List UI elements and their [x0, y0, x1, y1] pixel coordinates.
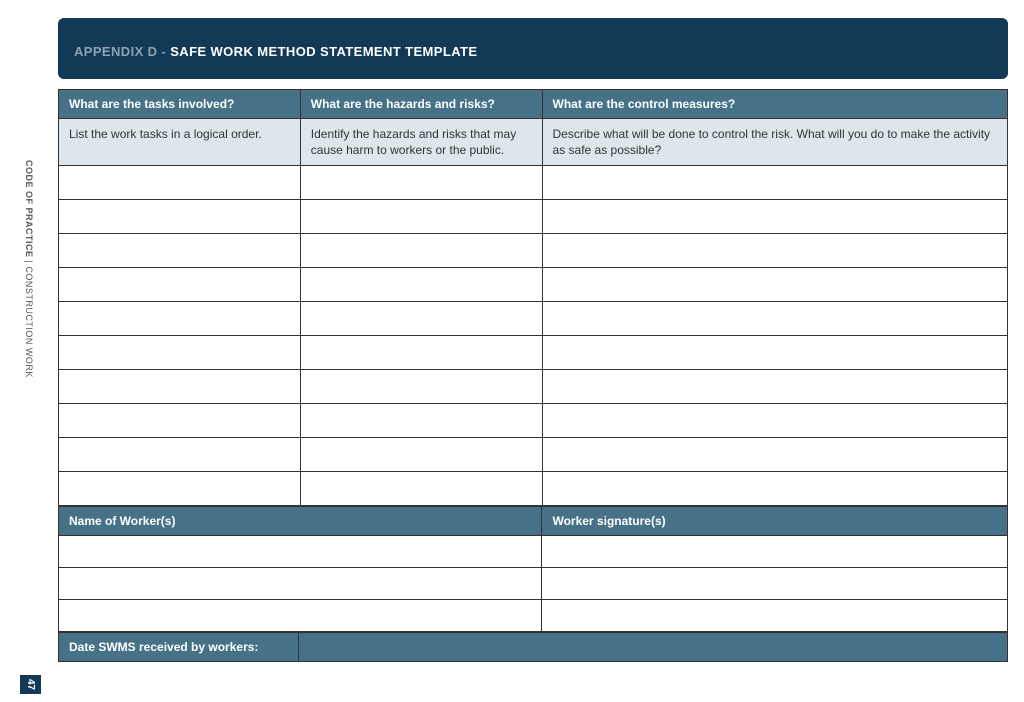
worker-th-2: Worker signature(s) — [542, 507, 1008, 536]
main-th-3: What are the control measures? — [542, 90, 1007, 119]
worker-cell[interactable] — [59, 568, 542, 600]
worker-cell[interactable] — [59, 600, 542, 632]
main-cell[interactable] — [542, 302, 1007, 336]
main-cell[interactable] — [300, 166, 542, 200]
main-cell[interactable] — [542, 200, 1007, 234]
main-cell[interactable] — [59, 268, 301, 302]
main-cell[interactable] — [59, 472, 301, 506]
main-sub-1: List the work tasks in a logical order. — [59, 119, 301, 166]
main-cell[interactable] — [59, 370, 301, 404]
header-appendix: APPENDIX D - — [74, 44, 170, 59]
main-cell[interactable] — [300, 268, 542, 302]
main-cell[interactable] — [300, 200, 542, 234]
sidebar-vertical-label: CODE OF PRACTICE | CONSTRUCTION WORK — [24, 160, 34, 378]
main-cell[interactable] — [542, 166, 1007, 200]
main-cell[interactable] — [542, 472, 1007, 506]
main-cell[interactable] — [542, 336, 1007, 370]
main-cell[interactable] — [300, 234, 542, 268]
main-cell[interactable] — [300, 370, 542, 404]
main-cell[interactable] — [59, 234, 301, 268]
worker-cell[interactable] — [59, 536, 542, 568]
main-cell[interactable] — [300, 404, 542, 438]
header-bar: APPENDIX D - SAFE WORK METHOD STATEMENT … — [58, 18, 1008, 79]
page-number: 47 — [20, 675, 41, 694]
sidebar-light: CONSTRUCTION WORK — [24, 266, 34, 378]
main-table: What are the tasks involved? What are th… — [58, 89, 1008, 506]
main-cell[interactable] — [300, 302, 542, 336]
worker-table: Name of Worker(s) Worker signature(s) — [58, 506, 1008, 632]
worker-th-1: Name of Worker(s) — [59, 507, 542, 536]
main-cell[interactable] — [542, 438, 1007, 472]
main-sub-2: Identify the hazards and risks that may … — [300, 119, 542, 166]
main-cell[interactable] — [542, 370, 1007, 404]
main-cell[interactable] — [59, 404, 301, 438]
worker-cell[interactable] — [542, 568, 1008, 600]
main-th-2: What are the hazards and risks? — [300, 90, 542, 119]
main-cell[interactable] — [542, 268, 1007, 302]
main-cell[interactable] — [300, 336, 542, 370]
main-cell[interactable] — [59, 166, 301, 200]
main-cell[interactable] — [59, 438, 301, 472]
main-cell[interactable] — [59, 302, 301, 336]
date-table: Date SWMS received by workers: — [58, 632, 1008, 662]
worker-cell[interactable] — [542, 536, 1008, 568]
main-cell[interactable] — [542, 404, 1007, 438]
worker-cell[interactable] — [542, 600, 1008, 632]
main-cell[interactable] — [59, 336, 301, 370]
main-sub-3: Describe what will be done to control th… — [542, 119, 1007, 166]
date-label: Date SWMS received by workers: — [59, 633, 299, 662]
main-cell[interactable] — [300, 472, 542, 506]
date-value[interactable] — [299, 633, 1008, 662]
main-cell[interactable] — [59, 200, 301, 234]
main-content: APPENDIX D - SAFE WORK METHOD STATEMENT … — [58, 18, 1008, 662]
main-cell[interactable] — [300, 438, 542, 472]
main-cell[interactable] — [542, 234, 1007, 268]
main-th-1: What are the tasks involved? — [59, 90, 301, 119]
header-title: SAFE WORK METHOD STATEMENT TEMPLATE — [170, 44, 477, 59]
sidebar-bold: CODE OF PRACTICE — [24, 160, 34, 258]
